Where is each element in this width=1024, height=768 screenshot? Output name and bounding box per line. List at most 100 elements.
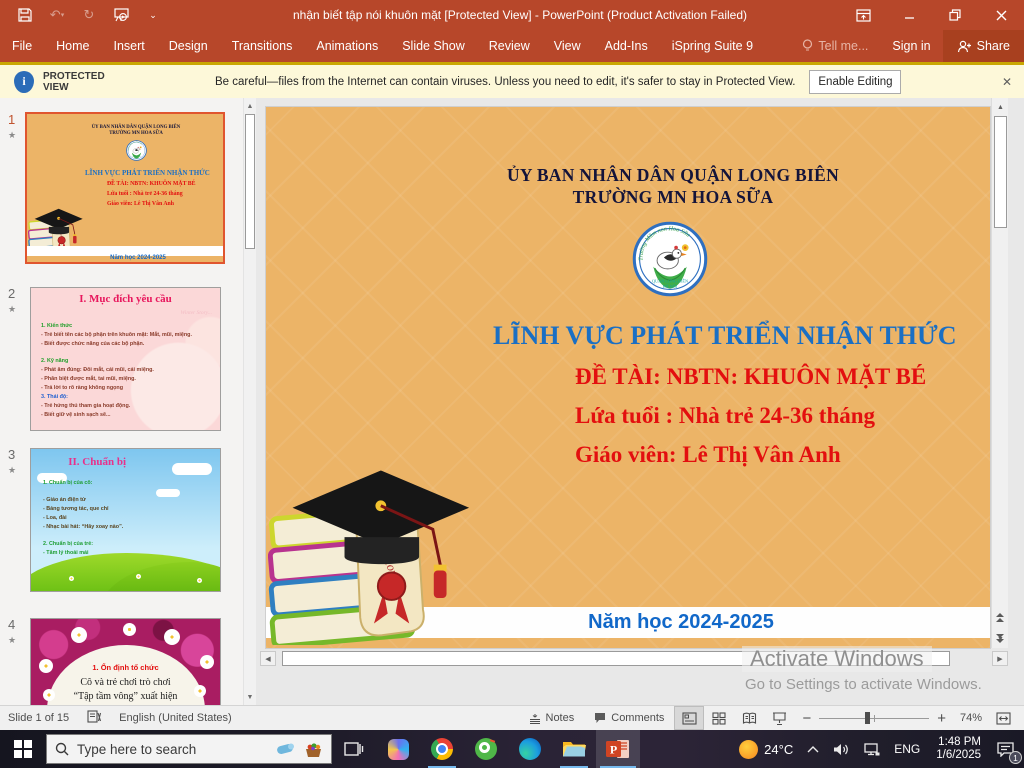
task-view-button[interactable] — [332, 730, 376, 768]
tab-ispring[interactable]: iSpring Suite 9 — [660, 30, 765, 62]
thumbnail-slide-1[interactable]: ỦY BAN NHÂN DÂN QUẬN LONG BIÊNTRƯỜNG MN … — [25, 112, 225, 264]
banner-close-icon[interactable]: ✕ — [1002, 75, 1012, 89]
scroll-up-icon[interactable]: ▲ — [244, 99, 256, 113]
cloud-decoration — [156, 489, 180, 497]
windows-logo-icon — [14, 740, 32, 758]
animation-star-icon: ★ — [8, 304, 16, 315]
chrome-button[interactable] — [420, 730, 464, 768]
tab-animations[interactable]: Animations — [304, 30, 390, 62]
mini-org-lines: ỦY BAN NHÂN DÂN QUẬN LONG BIÊNTRƯỜNG MN … — [51, 125, 221, 137]
zoom-in-button[interactable]: + — [937, 710, 946, 727]
slide-title: LĨNH VỰC PHÁT TRIỂN NHẬN THỨC — [493, 321, 990, 351]
coccoc-icon — [475, 738, 497, 760]
search-icon — [55, 742, 69, 756]
undo-icon[interactable]: ↶▾ — [48, 6, 66, 24]
thumbnail-pane-scrollbar[interactable]: ▲ ▼ — [243, 98, 256, 705]
tab-insert[interactable]: Insert — [102, 30, 157, 62]
thumb4-line: Cô và trẻ chơi trò chơi — [31, 677, 220, 688]
network-icon[interactable] — [857, 730, 886, 768]
thumbnail-scrollbar-thumb[interactable] — [245, 114, 255, 249]
save-icon[interactable] — [16, 6, 34, 24]
zoom-slider-thumb[interactable] — [865, 712, 870, 724]
tab-addins[interactable]: Add-Ins — [593, 30, 660, 62]
vertical-scrollbar[interactable]: ▲ ▼ — [991, 98, 1008, 648]
minimize-button[interactable] — [886, 0, 932, 30]
notes-button[interactable]: Notes — [519, 706, 585, 730]
protected-view-banner: i PROTECTED VIEW Be careful—files from t… — [0, 62, 1024, 98]
tab-view[interactable]: View — [542, 30, 593, 62]
thumb4-title: 1. Ổn định tổ chức — [31, 663, 220, 672]
thumbnail-number-4: 4 — [8, 617, 15, 632]
thumbnail-slide-4[interactable]: 1. Ổn định tổ chức Cô và trẻ chơi trò ch… — [30, 618, 221, 705]
show-hidden-icons-chevron[interactable] — [801, 730, 825, 768]
restore-button[interactable] — [932, 0, 978, 30]
spellcheck-icon[interactable] — [87, 710, 101, 727]
fit-slide-to-window-button[interactable] — [988, 706, 1018, 730]
scroll-up-icon[interactable]: ▲ — [993, 99, 1008, 115]
normal-view-button[interactable] — [674, 706, 704, 730]
vertical-scrollbar-thumb[interactable] — [994, 116, 1007, 228]
ribbon-display-options-icon[interactable] — [840, 0, 886, 30]
scroll-down-icon[interactable]: ▼ — [244, 690, 256, 704]
customize-qat-icon[interactable]: ⌄ — [144, 6, 162, 24]
copilot-icon — [388, 739, 409, 760]
search-highlight-mat-icon — [276, 741, 296, 757]
lightbulb-icon — [802, 39, 813, 53]
slideshow-view-button[interactable] — [764, 706, 794, 730]
zoom-percentage[interactable]: 74% — [954, 712, 988, 724]
tab-home[interactable]: Home — [44, 30, 101, 62]
svg-text:P: P — [610, 743, 617, 757]
share-button[interactable]: Share — [943, 30, 1024, 62]
zoom-controls: − + — [794, 710, 954, 727]
tab-review[interactable]: Review — [477, 30, 542, 62]
volume-icon[interactable] — [827, 730, 855, 768]
search-basket-icon — [304, 741, 323, 758]
scroll-right-icon[interactable]: ▶ — [992, 651, 1008, 666]
language-indicator[interactable]: ENG — [888, 730, 926, 768]
zoom-out-button[interactable]: − — [802, 710, 811, 727]
edge-button[interactable] — [508, 730, 552, 768]
language-status[interactable]: English (United States) — [119, 712, 232, 724]
search-input[interactable] — [77, 742, 268, 757]
tab-file[interactable]: File — [0, 30, 44, 62]
slide-thumbnail-pane: 1 ★ ỦY BAN NHÂN DÂN QUẬN LONG BIÊNTRƯỜNG… — [0, 98, 256, 705]
organization-header: ỦY BAN NHÂN DÂN QUẬN LONG BIÊNTRƯỜNG MN … — [356, 164, 990, 208]
thumb3-body: 1. Chuẩn bị của cô: - Giáo án điện tử - … — [43, 479, 123, 558]
powerpoint-taskbar-button[interactable]: P — [596, 730, 640, 768]
weather-widget[interactable]: 24°C — [733, 730, 799, 768]
ribbon-tab-bar: File Home Insert Design Transitions Anim… — [0, 30, 1024, 62]
scroll-left-icon[interactable]: ◀ — [260, 651, 276, 666]
slide-sorter-view-button[interactable] — [704, 706, 734, 730]
chrome-icon — [431, 738, 453, 760]
thumb2-body: 1. Kiến thức - Trẻ biết tên các bộ phận … — [41, 322, 214, 420]
next-slide-button[interactable] — [991, 629, 1008, 647]
reading-view-button[interactable] — [734, 706, 764, 730]
start-button[interactable] — [0, 730, 46, 768]
sun-icon — [739, 740, 758, 759]
close-button[interactable] — [978, 0, 1024, 30]
slide-canvas[interactable]: ỦY BAN NHÂN DÂN QUẬN LONG BIÊNTRƯỜNG MN … — [266, 107, 990, 648]
flower-decoration — [71, 627, 87, 643]
file-explorer-icon — [562, 739, 586, 759]
comments-button[interactable]: Comments — [584, 706, 674, 730]
zoom-slider[interactable] — [819, 712, 929, 724]
coccoc-button[interactable] — [464, 730, 508, 768]
start-slideshow-icon[interactable] — [112, 6, 130, 24]
powerpoint-icon: P — [605, 738, 631, 760]
copilot-button[interactable] — [376, 730, 420, 768]
clock[interactable]: 1:48 PM 1/6/2025 — [928, 736, 989, 762]
sign-in-button[interactable]: Sign in — [880, 39, 942, 53]
thumbnail-slide-3[interactable]: II. Chuẩn bị 1. Chuẩn bị của cô: - Giáo … — [30, 448, 221, 592]
taskbar-search-box[interactable] — [46, 734, 332, 764]
previous-slide-button[interactable] — [991, 608, 1008, 626]
enable-editing-button[interactable]: Enable Editing — [809, 70, 901, 94]
thumbnail-slide-2[interactable]: I. Mục đích yêu cầu Winter Story... 1. K… — [30, 287, 221, 431]
tab-design[interactable]: Design — [157, 30, 220, 62]
tab-transitions[interactable]: Transitions — [220, 30, 305, 62]
redo-icon[interactable]: ↻ — [80, 6, 98, 24]
notification-center-button[interactable]: 1 — [991, 730, 1020, 768]
file-explorer-button[interactable] — [552, 730, 596, 768]
tell-me-box[interactable]: Tell me... — [790, 39, 880, 53]
tab-slideshow[interactable]: Slide Show — [390, 30, 477, 62]
flower-decoration — [164, 629, 180, 645]
